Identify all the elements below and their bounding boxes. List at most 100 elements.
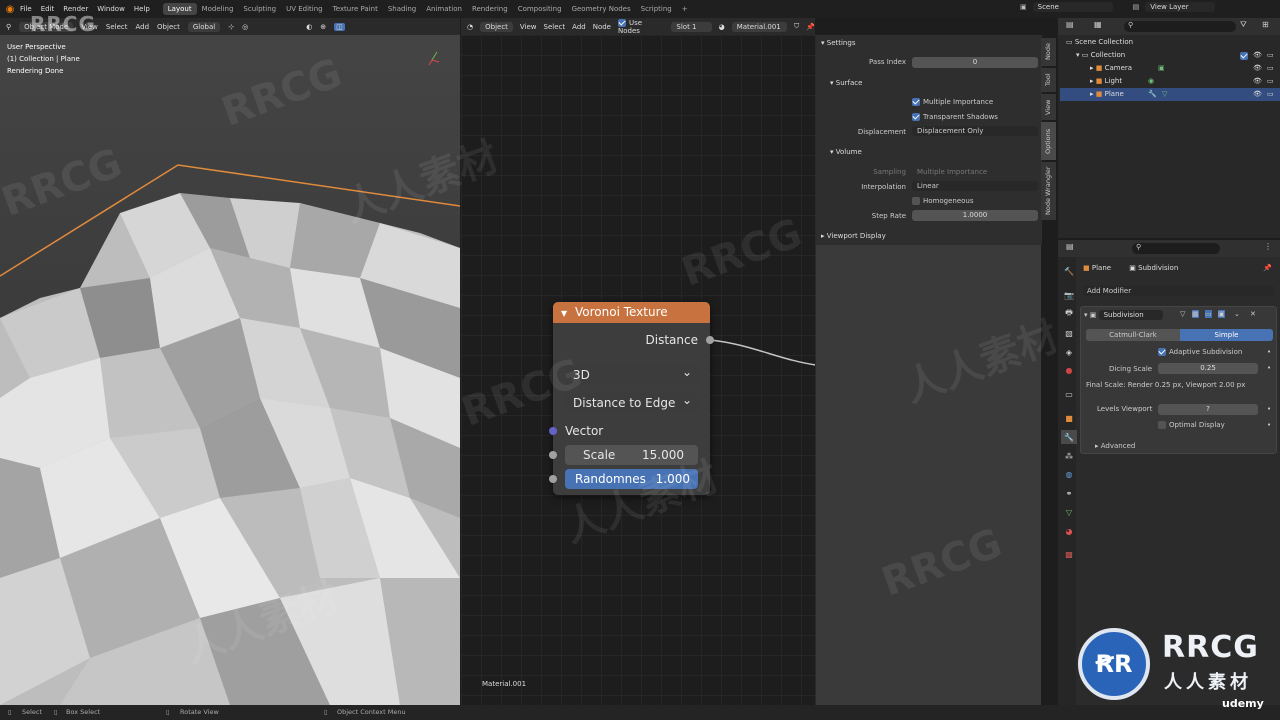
- optimal-display-checkbox[interactable]: Optimal Display: [1158, 421, 1225, 429]
- expand-icon[interactable]: ▸: [1090, 64, 1094, 72]
- camera-data-icon[interactable]: ▣: [1158, 62, 1165, 75]
- modifier-collapse-icon[interactable]: ▾: [1084, 311, 1088, 319]
- material-tab-icon[interactable]: ◕: [1061, 524, 1077, 538]
- plane-visibility-icon[interactable]: 👁: [1253, 88, 1262, 101]
- properties-type-icon[interactable]: ▤: [1066, 242, 1074, 251]
- scene-icon[interactable]: ▣: [1020, 3, 1027, 11]
- adaptive-subdivision-checkbox[interactable]: Adaptive Subdivision: [1158, 348, 1242, 356]
- outliner-scene-collection[interactable]: ▭ Scene Collection: [1060, 36, 1280, 49]
- world-tab-icon[interactable]: ●: [1061, 363, 1077, 377]
- pin-properties-icon[interactable]: 📌: [1263, 264, 1272, 272]
- multiple-importance-check[interactable]: [912, 98, 920, 106]
- render-toggle-icon[interactable]: ▣: [1218, 310, 1225, 318]
- tool-tab-icon[interactable]: 🔨: [1061, 264, 1077, 278]
- node-menu-view[interactable]: View: [520, 23, 537, 31]
- camera-visibility-icon[interactable]: 👁: [1253, 62, 1262, 75]
- tab-animation[interactable]: Animation: [421, 3, 467, 15]
- viewport-menu-add[interactable]: Add: [135, 23, 149, 31]
- new-collection-icon[interactable]: ⊞: [1262, 20, 1269, 29]
- tab-node-wrangler[interactable]: Node Wrangler: [1041, 162, 1056, 220]
- node-menu-node[interactable]: Node: [593, 23, 611, 31]
- volume-header[interactable]: ▾ Volume: [830, 148, 862, 156]
- tab-rendering[interactable]: Rendering: [467, 3, 513, 15]
- optimal-anim-dot-icon[interactable]: •: [1267, 421, 1271, 429]
- collection-render-icon[interactable]: ▭: [1267, 49, 1274, 62]
- step-rate-field[interactable]: 1.0000: [912, 210, 1038, 221]
- outliner-type-icon[interactable]: ▤: [1066, 20, 1074, 29]
- texture-tab-icon[interactable]: ▩: [1061, 547, 1077, 561]
- proportional-icon[interactable]: ◎: [242, 23, 248, 31]
- modifier-wrench-icon[interactable]: 🔧: [1148, 88, 1157, 101]
- expand-icon[interactable]: ▸: [1090, 90, 1094, 98]
- multiple-importance-checkbox[interactable]: Multiple Importance: [912, 98, 993, 106]
- tab-tool[interactable]: Tool: [1041, 68, 1056, 92]
- view-layer-tab-icon[interactable]: ▧: [1061, 326, 1077, 340]
- use-nodes-checkbox[interactable]: [618, 18, 626, 27]
- pass-index-field[interactable]: 0: [912, 57, 1038, 68]
- scale-field[interactable]: Scale 15.000: [565, 445, 698, 465]
- expand-icon[interactable]: ▾: [1076, 51, 1080, 59]
- transparent-shadows-check[interactable]: [912, 113, 920, 121]
- properties-options-icon[interactable]: ⋮: [1264, 242, 1272, 251]
- tab-texture-paint[interactable]: Texture Paint: [328, 3, 383, 15]
- tab-shading[interactable]: Shading: [383, 3, 421, 15]
- simple-tab[interactable]: Simple: [1180, 329, 1273, 341]
- overlay-icon[interactable]: ◫: [334, 22, 345, 31]
- outliner-item-plane[interactable]: ▸ ■ Plane 🔧 ▽ 👁 ▭: [1060, 88, 1280, 101]
- vector-input-socket[interactable]: [549, 427, 557, 435]
- physics-tab-icon[interactable]: ◍: [1061, 467, 1077, 481]
- light-visibility-icon[interactable]: 👁: [1253, 75, 1262, 88]
- viewport-menu-object[interactable]: Object: [157, 23, 180, 31]
- node-header[interactable]: ▼ Voronoi Texture: [553, 302, 710, 323]
- voronoi-texture-node[interactable]: ▼ Voronoi Texture Distance 3D Distance t…: [553, 302, 710, 495]
- node-editor-type-icon[interactable]: ◔: [467, 23, 473, 31]
- object-tab-icon[interactable]: ■: [1061, 411, 1077, 425]
- outliner-item-light[interactable]: ▸ ■ Light ◉ 👁 ▭: [1060, 75, 1280, 88]
- constraints-tab-icon[interactable]: ⚭: [1061, 486, 1077, 500]
- viewport-display-header[interactable]: ▸ Viewport Display: [821, 232, 886, 240]
- plane-render-icon[interactable]: ▭: [1267, 88, 1274, 101]
- properties-search-field[interactable]: ⚲: [1132, 243, 1220, 254]
- tab-options[interactable]: Options: [1041, 122, 1056, 160]
- fake-user-icon[interactable]: ⛉: [794, 22, 799, 31]
- modifier-menu-icon[interactable]: ⌄: [1234, 310, 1240, 318]
- surface-header[interactable]: ▾ Surface: [830, 79, 862, 87]
- output-tab-icon[interactable]: 🖶: [1061, 307, 1077, 321]
- pin-icon[interactable]: 📌: [806, 23, 815, 31]
- feature-dropdown[interactable]: Distance to Edge: [565, 390, 698, 413]
- interpolation-dropdown[interactable]: Linear: [912, 181, 1038, 191]
- view-layer-icon[interactable]: ▤: [1133, 3, 1140, 11]
- collection-exclude-checkbox[interactable]: [1240, 52, 1248, 60]
- viewport-menu-select[interactable]: Select: [106, 23, 128, 31]
- node-menu-select[interactable]: Select: [544, 23, 566, 31]
- tab-view[interactable]: View: [1041, 94, 1056, 120]
- transparent-shadows-checkbox[interactable]: Transparent Shadows: [912, 113, 998, 121]
- edit-mode-toggle-icon[interactable]: ▽: [1180, 310, 1185, 318]
- viewport-toggle-icon[interactable]: ▭: [1205, 310, 1212, 318]
- mesh-data-icon[interactable]: ▽: [1162, 88, 1167, 101]
- tab-layout[interactable]: Layout: [162, 3, 197, 15]
- orientation-dropdown[interactable]: Global: [187, 21, 221, 32]
- on-cage-toggle-icon[interactable]: ▦: [1192, 310, 1199, 318]
- outliner-collection[interactable]: ▾ ▭ Collection 👁 ▭: [1060, 49, 1280, 62]
- randomness-input-socket[interactable]: [549, 475, 557, 483]
- snap-icon[interactable]: ⊹: [228, 23, 234, 31]
- tab-geometry-nodes[interactable]: Geometry Nodes: [567, 3, 636, 15]
- optimal-display-check[interactable]: [1158, 421, 1166, 429]
- adaptive-subdivision-check[interactable]: [1158, 348, 1166, 356]
- render-tab-icon[interactable]: 📷: [1061, 288, 1077, 302]
- use-nodes-toggle[interactable]: Use Nodes: [618, 18, 654, 35]
- advanced-subpanel-header[interactable]: ▸ Advanced: [1095, 442, 1135, 450]
- expand-icon[interactable]: ▸: [1090, 77, 1094, 85]
- display-mode-icon[interactable]: ▦: [1094, 20, 1102, 29]
- displacement-dropdown[interactable]: Displacement Only: [912, 126, 1038, 136]
- outliner-item-camera[interactable]: ▸ ■ Camera ▣ 👁 ▭: [1060, 62, 1280, 75]
- editor-type-icon[interactable]: ⚲: [6, 23, 11, 31]
- scene-tab-icon[interactable]: ◈: [1061, 345, 1077, 359]
- collection-tab-icon[interactable]: ▭: [1061, 387, 1077, 401]
- node-object-dropdown[interactable]: Object: [480, 21, 513, 32]
- modifier-close-icon[interactable]: ✕: [1250, 310, 1256, 318]
- tab-scripting[interactable]: Scripting: [636, 3, 677, 15]
- dimension-dropdown[interactable]: 3D: [565, 362, 698, 385]
- node-menu-add[interactable]: Add: [572, 23, 586, 31]
